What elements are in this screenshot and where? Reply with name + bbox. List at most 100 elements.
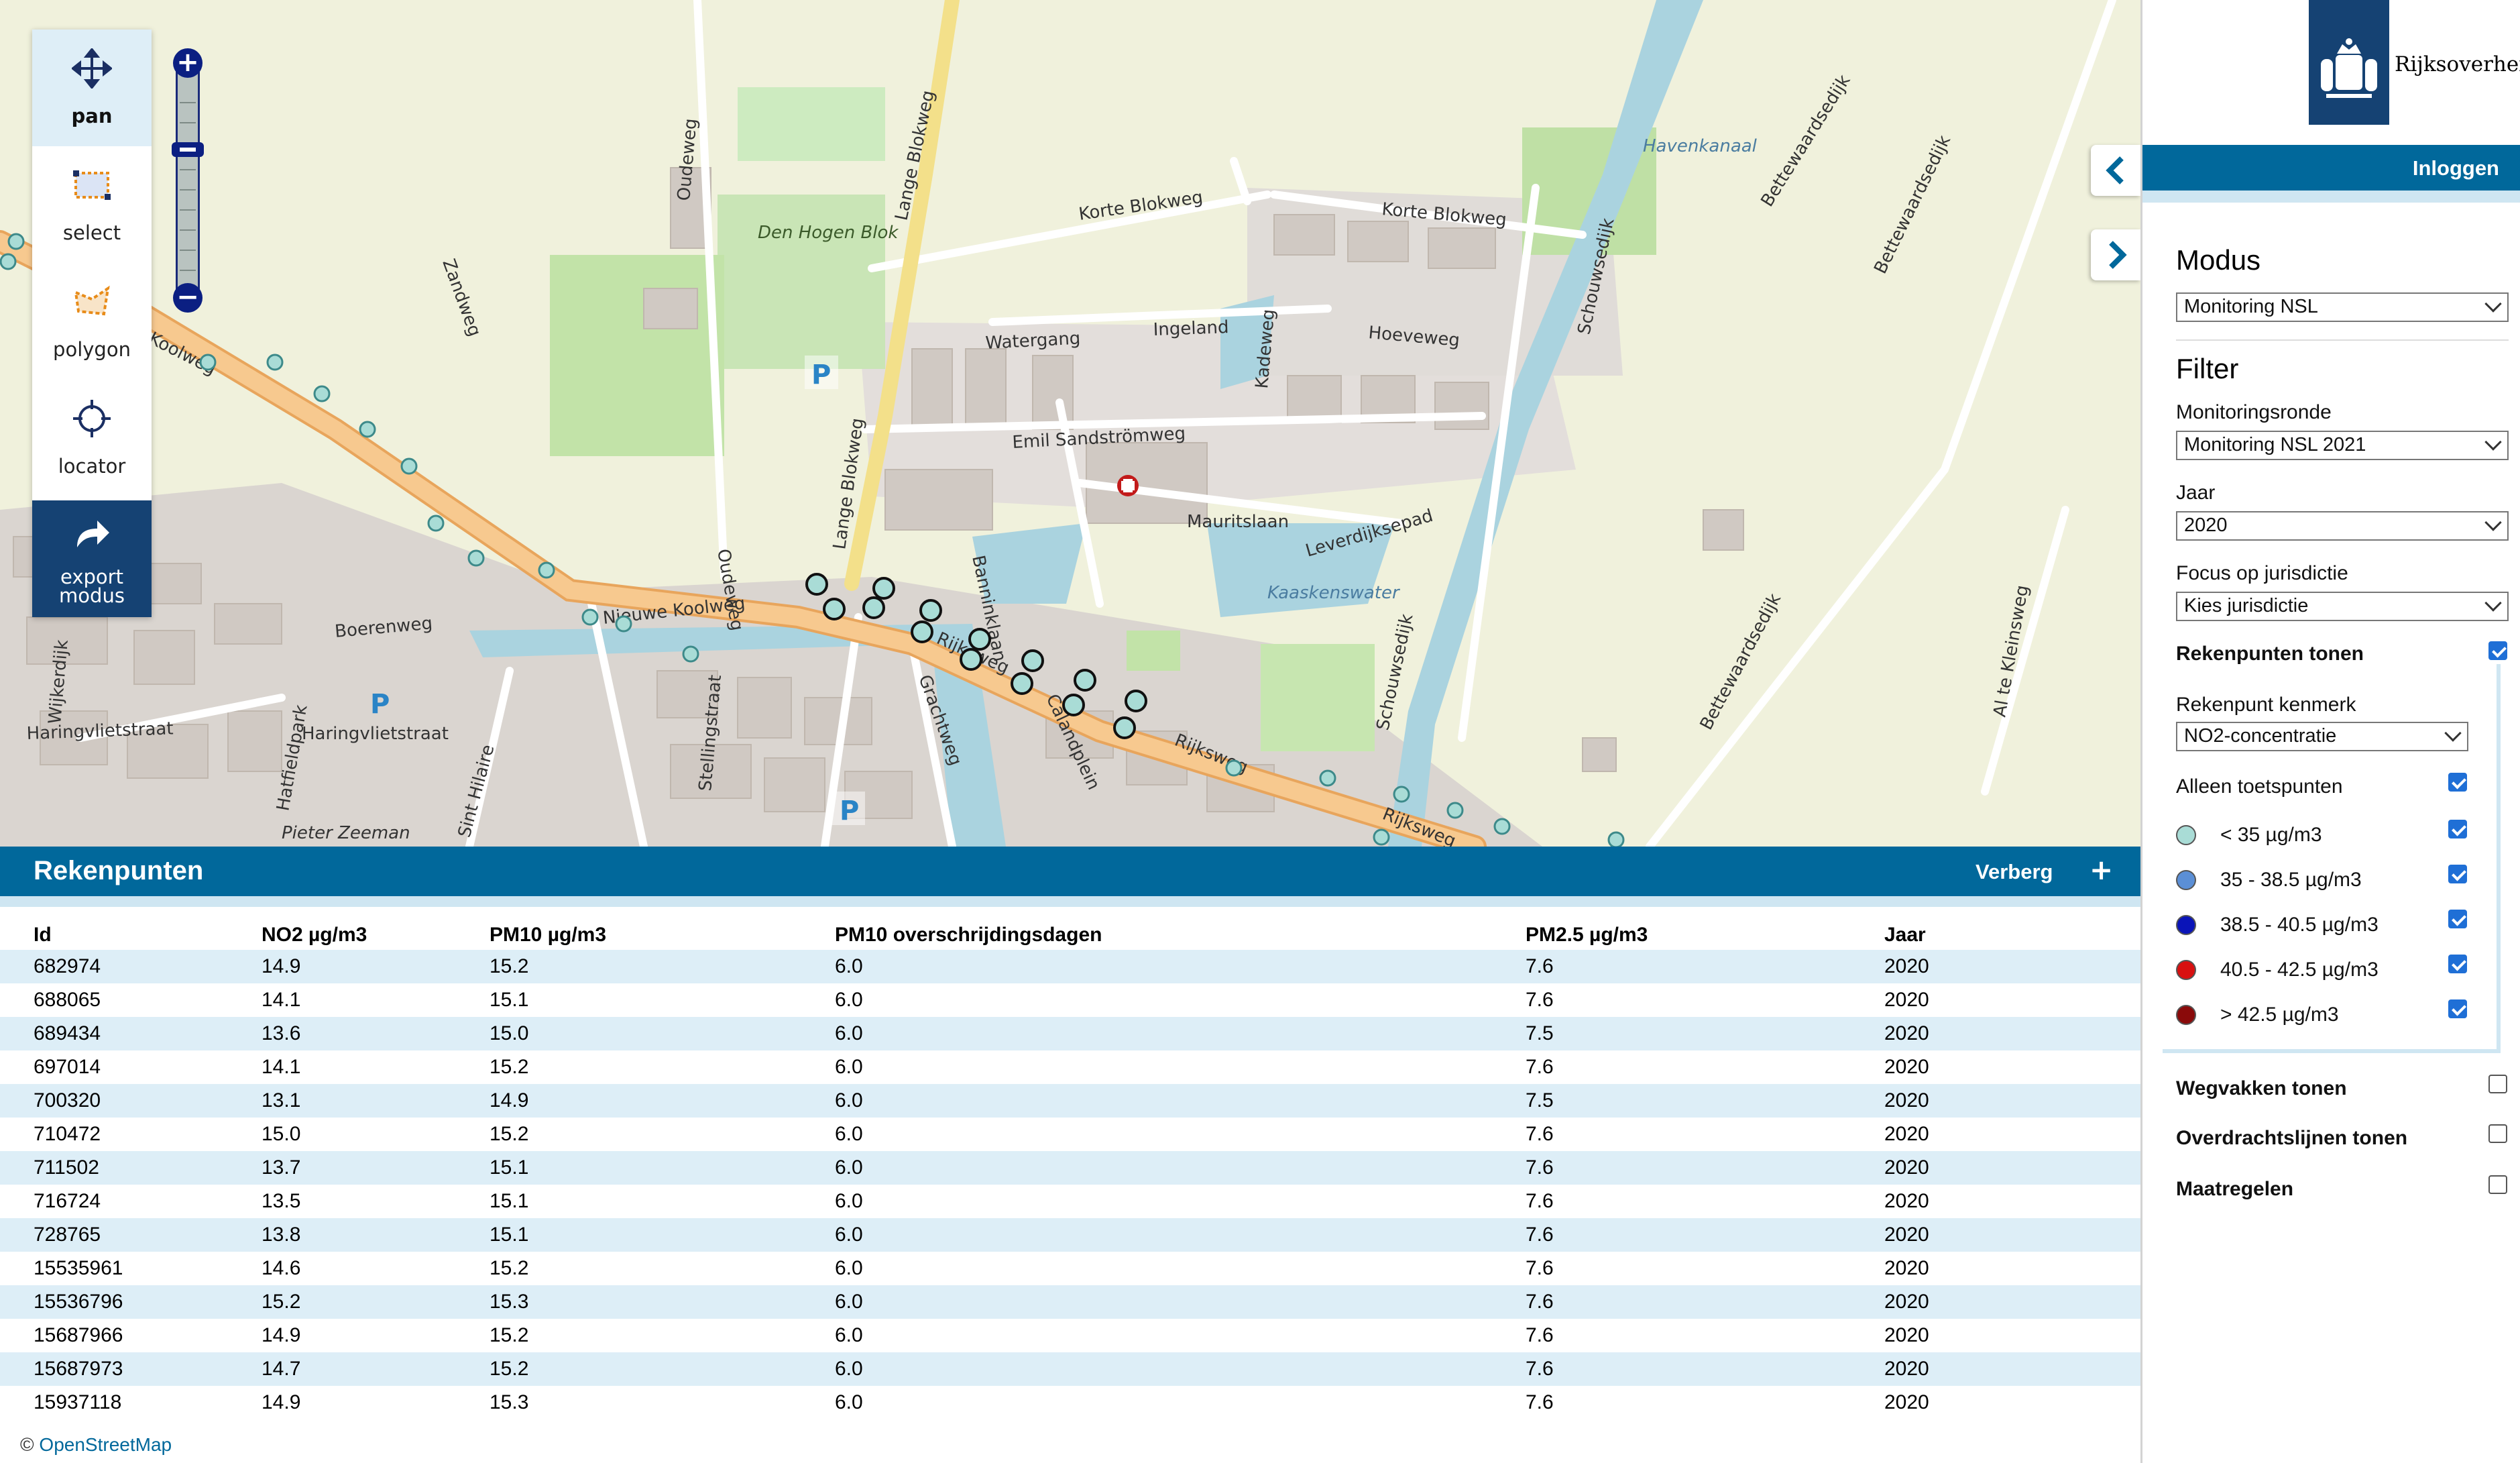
legend-label: 35 - 38.5 µg/m3 (2220, 869, 2362, 891)
calc-point-small[interactable] (266, 354, 284, 371)
monitoringsronde-select[interactable]: Monitoring NSL 2021 (2176, 431, 2509, 460)
table-row[interactable]: 688065 14.1 15.1 6.0 7.6 2020 (0, 983, 2140, 1017)
calc-point-selected[interactable] (968, 628, 991, 651)
calc-point-selected[interactable] (805, 573, 828, 596)
calc-point-selected[interactable] (1011, 672, 1033, 695)
table-row[interactable]: 716724 13.5 15.1 6.0 7.6 2020 (0, 1185, 2140, 1218)
kenmerk-select[interactable]: NO2-concentratie (2176, 722, 2468, 751)
calc-point-small[interactable] (1607, 831, 1625, 847)
table-cell: 6.0 (835, 1022, 863, 1044)
table-row[interactable]: 689434 13.6 15.0 6.0 7.5 2020 (0, 1017, 2140, 1050)
modus-select[interactable]: Monitoring NSL (2176, 292, 2509, 322)
table-row[interactable]: 15937118 14.9 15.3 6.0 7.6 2020 (0, 1386, 2140, 1419)
table-cell: 7.5 (1526, 1089, 1554, 1112)
table-cell: 2020 (1884, 1156, 1929, 1179)
calc-point-selected[interactable] (1125, 690, 1147, 712)
calc-point-selected[interactable] (1113, 716, 1136, 739)
zoom-slider-handle[interactable] (172, 142, 204, 157)
hide-panel-button[interactable]: Verberg (1975, 860, 2053, 884)
openstreetmap-link[interactable]: OpenStreetMap (39, 1434, 172, 1455)
legend-checkbox[interactable] (2448, 955, 2467, 973)
calc-point-small[interactable] (1373, 828, 1390, 846)
maatregelen-checkbox[interactable] (2488, 1175, 2507, 1194)
calc-point-selected[interactable] (1074, 669, 1096, 692)
calc-point-small[interactable] (400, 457, 418, 475)
zoom-slider-rail[interactable] (176, 60, 200, 301)
calc-point-selected[interactable] (872, 577, 895, 600)
calc-point-small[interactable] (313, 385, 331, 402)
alleen-toetspunten-checkbox[interactable] (2448, 773, 2467, 792)
calc-point-small[interactable] (1225, 759, 1243, 777)
table-cell: 7.6 (1526, 1123, 1554, 1145)
table-row[interactable]: 15535961 14.6 15.2 6.0 7.6 2020 (0, 1252, 2140, 1285)
legend-checkbox[interactable] (2448, 910, 2467, 928)
legend-checkbox[interactable] (2448, 999, 2467, 1018)
map-canvas[interactable]: Koolweg Nieuwe Koolweg Lange Blokweg Lan… (0, 0, 2140, 847)
map-view[interactable]: Koolweg Nieuwe Koolweg Lange Blokweg Lan… (0, 0, 2140, 847)
chevron-left-icon (2106, 156, 2124, 184)
zoom-in-button[interactable]: + (173, 48, 203, 78)
calc-point-selected[interactable] (1021, 649, 1044, 672)
calc-point-selected[interactable] (862, 596, 885, 619)
table-cell: 700320 (34, 1089, 101, 1112)
calc-point-small[interactable] (1393, 785, 1410, 803)
calc-point-selected[interactable] (919, 599, 942, 622)
overdrachtslijnen-tonen-checkbox[interactable] (2488, 1124, 2507, 1143)
table-cell: 2020 (1884, 1056, 1929, 1078)
locator-tool-button[interactable]: locator (32, 380, 152, 496)
legend-checkbox[interactable] (2448, 865, 2467, 883)
calc-point-small[interactable] (1319, 769, 1336, 787)
calc-point-small[interactable] (682, 645, 699, 663)
map-label-pieter-zeeman: Pieter Zeeman (282, 823, 410, 843)
calc-point-selected[interactable] (823, 598, 846, 620)
column-header-id[interactable]: Id (0, 907, 262, 950)
calc-point-small[interactable] (581, 608, 599, 626)
table-row[interactable]: 728765 13.8 15.1 6.0 7.6 2020 (0, 1218, 2140, 1252)
wegvakken-tonen-checkbox[interactable] (2488, 1075, 2507, 1093)
column-header-pm10[interactable]: PM10 µg/m3 (490, 907, 835, 950)
calc-point-small[interactable] (467, 549, 485, 567)
calc-point-selected[interactable] (1062, 694, 1085, 716)
export-label-line2: modus (59, 584, 125, 607)
collapse-sidebar-button[interactable] (2091, 145, 2140, 196)
column-header-pm10-days[interactable]: PM10 overschrijdingsdagen (835, 907, 1526, 950)
calc-point-small[interactable] (1493, 818, 1511, 835)
table-row[interactable]: 700320 13.1 14.9 6.0 7.5 2020 (0, 1084, 2140, 1118)
calc-point-small[interactable] (359, 421, 376, 438)
calc-point-small[interactable] (1446, 802, 1464, 819)
zoom-out-button[interactable]: − (173, 283, 203, 313)
table-row[interactable]: 711502 13.7 15.1 6.0 7.6 2020 (0, 1151, 2140, 1185)
pan-tool-button[interactable]: pan (32, 30, 152, 146)
table-row[interactable]: 15687973 14.7 15.2 6.0 7.6 2020 (0, 1352, 2140, 1386)
column-header-pm25[interactable]: PM2.5 µg/m3 (1526, 907, 1884, 950)
jaar-select[interactable]: 2020 (2176, 511, 2509, 541)
column-header-no2[interactable]: NO2 µg/m3 (262, 907, 490, 950)
calc-point-selected[interactable] (960, 648, 982, 671)
calc-point-small[interactable] (615, 615, 632, 633)
table-row[interactable]: 710472 15.0 15.2 6.0 7.6 2020 (0, 1118, 2140, 1151)
expand-panel-button[interactable]: + (2089, 853, 2113, 886)
export-modus-label: export modus (32, 567, 152, 607)
table-cell: 7.6 (1526, 1291, 1554, 1313)
legend-checkbox[interactable] (2448, 820, 2467, 838)
calc-point-small[interactable] (199, 354, 217, 371)
polygon-tool-button[interactable]: polygon (32, 263, 152, 380)
calc-point-small[interactable] (0, 253, 17, 270)
table-row[interactable]: 697014 14.1 15.2 6.0 7.6 2020 (0, 1050, 2140, 1084)
table-row[interactable]: 682974 14.9 15.2 6.0 7.6 2020 (0, 950, 2140, 983)
select-tool-button[interactable]: select (32, 146, 152, 263)
table-row[interactable]: 15536796 15.2 15.3 6.0 7.6 2020 (0, 1285, 2140, 1319)
calc-point-small[interactable] (427, 514, 445, 532)
calc-point-small[interactable] (538, 561, 555, 579)
table-cell: 7.6 (1526, 1324, 1554, 1346)
calc-point-small[interactable] (7, 233, 25, 250)
calc-point-selected[interactable] (911, 620, 933, 643)
column-header-jaar[interactable]: Jaar (1884, 907, 2140, 950)
rekenpunten-tonen-checkbox[interactable] (2488, 641, 2507, 660)
table-cell: 2020 (1884, 1224, 1929, 1246)
expand-sidebar-button[interactable] (2091, 229, 2140, 280)
jurisdictie-select[interactable]: Kies jurisdictie (2176, 592, 2509, 621)
login-button[interactable]: Inloggen (2413, 156, 2499, 180)
export-modus-button[interactable]: export modus (32, 500, 152, 617)
table-row[interactable]: 15687966 14.9 15.2 6.0 7.6 2020 (0, 1319, 2140, 1352)
